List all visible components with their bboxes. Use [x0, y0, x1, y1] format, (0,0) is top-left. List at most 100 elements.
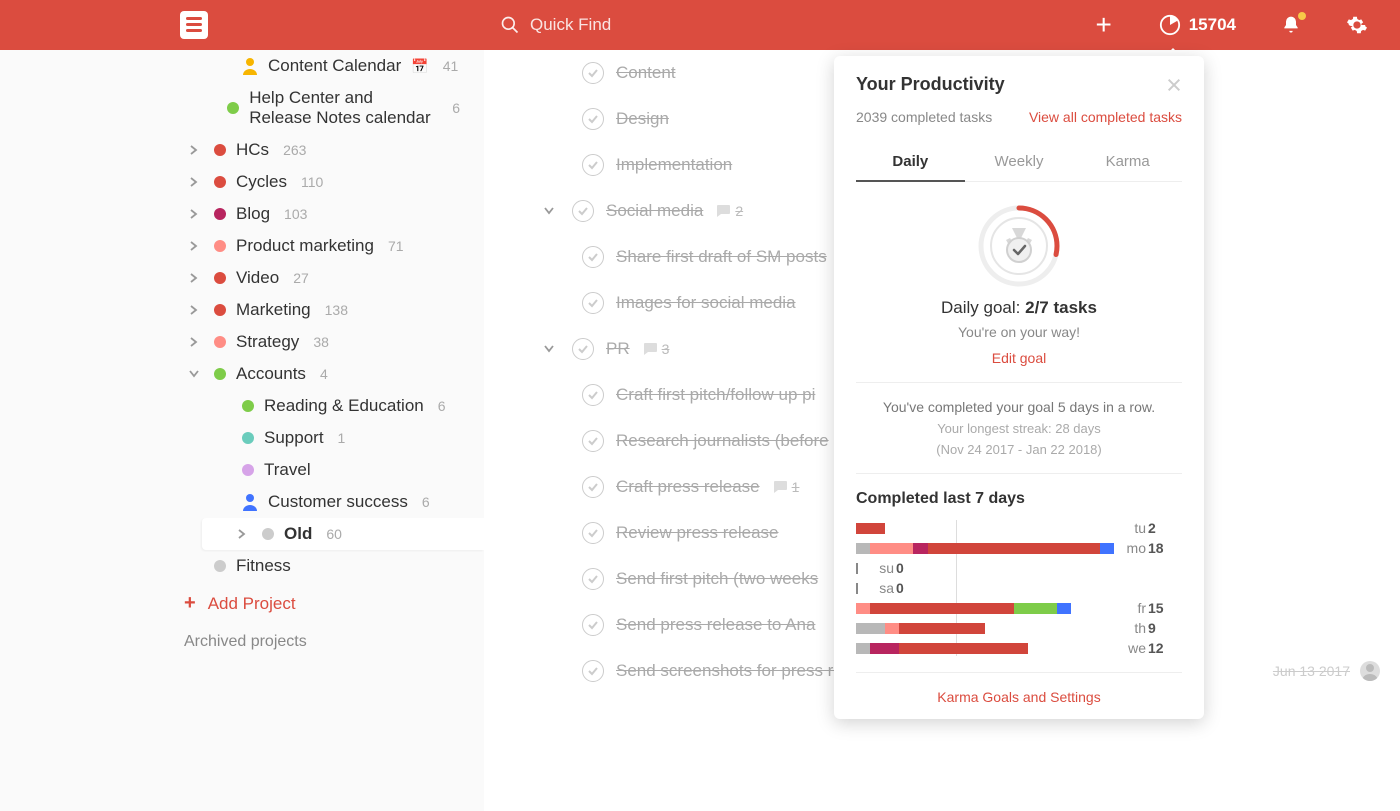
chevron-right-icon	[184, 241, 204, 251]
task-title: Send first pitch (two weeks	[616, 569, 818, 589]
task-checkbox[interactable]	[582, 292, 604, 314]
sidebar-project-item[interactable]: Marketing 138	[184, 294, 460, 326]
task-checkbox[interactable]	[582, 660, 604, 682]
chevron-down-icon	[184, 370, 204, 378]
comment-count[interactable]: 3	[642, 341, 670, 357]
karma-pie-icon	[1159, 14, 1181, 36]
karma-score: 15704	[1189, 15, 1236, 35]
sidebar-project-item[interactable]: Blog103	[184, 198, 460, 230]
chart-bar-row: we12	[856, 640, 1182, 656]
settings-button[interactable]	[1346, 14, 1368, 36]
edit-goal-link[interactable]: Edit goal	[856, 350, 1182, 366]
chart-day-value: 0	[896, 580, 920, 596]
view-all-link[interactable]: View all completed tasks	[1029, 109, 1182, 125]
sidebar-project-item[interactable]: Product marketing71	[184, 230, 460, 262]
close-icon	[1166, 77, 1182, 93]
task-checkbox[interactable]	[572, 200, 594, 222]
tab-daily[interactable]: Daily	[856, 143, 965, 182]
project-count: 27	[293, 270, 309, 286]
chevron-down-icon	[544, 345, 554, 353]
chevron-right-icon	[184, 337, 204, 347]
task-checkbox[interactable]	[582, 62, 604, 84]
project-count: 38	[313, 334, 329, 350]
task-checkbox[interactable]	[582, 430, 604, 452]
task-checkbox[interactable]	[582, 108, 604, 130]
task-checkbox[interactable]	[582, 522, 604, 544]
comment-count[interactable]: 1	[772, 479, 800, 495]
project-name: Strategy	[236, 332, 299, 352]
chevron-right-icon	[184, 273, 204, 283]
project-color-dot	[214, 336, 226, 348]
comment-icon	[642, 342, 658, 356]
karma-score-button[interactable]: 15704	[1159, 14, 1236, 36]
person-icon	[242, 57, 258, 75]
task-checkbox[interactable]	[582, 568, 604, 590]
sidebar-project-item[interactable]: Strategy 38	[184, 326, 460, 358]
tab-weekly[interactable]: Weekly	[965, 143, 1074, 181]
task-title: Share first draft of SM posts	[616, 247, 827, 267]
chevron-right-icon	[184, 209, 204, 219]
productivity-popover: Your Productivity 2039 completed tasks V…	[834, 56, 1204, 719]
project-color-dot	[214, 272, 226, 284]
notifications-button[interactable]	[1280, 14, 1302, 36]
sidebar-project-item[interactable]: Fitness	[184, 550, 460, 582]
quick-find[interactable]: Quick Find	[500, 15, 611, 35]
sidebar-project-item[interactable]: Cycles110	[184, 166, 460, 198]
sidebar-project-item[interactable]: Travel	[184, 454, 460, 486]
task-title: Social media	[606, 201, 703, 221]
task-title: PR	[606, 339, 630, 359]
project-name: Customer success	[268, 492, 408, 512]
task-checkbox[interactable]	[572, 338, 594, 360]
todoist-logo-icon[interactable]	[180, 11, 208, 39]
sidebar-project-item[interactable]: Content Calendar📅41	[184, 50, 460, 82]
project-name: Marketing	[236, 300, 311, 320]
sidebar-project-item[interactable]: Video27	[184, 262, 460, 294]
add-task-button[interactable]: +	[1093, 14, 1115, 36]
archived-projects-link[interactable]: Archived projects	[184, 615, 460, 651]
task-title: Images for social media	[616, 293, 796, 313]
task-checkbox[interactable]	[582, 384, 604, 406]
chart-day-value: 12	[1148, 640, 1172, 656]
tab-karma[interactable]: Karma	[1073, 143, 1182, 181]
assignee-avatar	[1360, 661, 1380, 681]
task-checkbox[interactable]	[582, 614, 604, 636]
sidebar-project-item[interactable]: Support1	[184, 422, 460, 454]
person-icon	[242, 493, 258, 511]
add-project-button[interactable]: +Add Project	[184, 582, 460, 615]
sidebar-project-item[interactable]: HCs263	[184, 134, 460, 166]
task-date: Jun 13 2017	[1273, 663, 1350, 679]
project-color-dot	[214, 144, 226, 156]
comment-count[interactable]: 2	[715, 203, 743, 219]
project-color-dot	[262, 528, 274, 540]
chart-bar-row: th9	[856, 620, 1182, 636]
project-name: Content Calendar	[268, 56, 401, 76]
karma-settings-link[interactable]: Karma Goals and Settings	[856, 689, 1182, 705]
task-title: Content	[616, 63, 676, 83]
chart-day-label: th	[1122, 620, 1146, 636]
project-color-dot	[214, 240, 226, 252]
project-count: 263	[283, 142, 306, 158]
project-count: 138	[325, 302, 348, 318]
search-icon	[500, 15, 520, 35]
comment-icon	[715, 204, 731, 218]
chart-day-label: mo	[1122, 540, 1146, 556]
chart-day-label: we	[1122, 640, 1146, 656]
project-color-dot	[242, 464, 254, 476]
sidebar-project-item[interactable]: Help Center and Release Notes calendar6	[184, 82, 460, 134]
chevron-down-icon	[544, 207, 554, 215]
add-project-label: Add Project	[208, 594, 296, 614]
task-checkbox[interactable]	[582, 154, 604, 176]
person-icon	[242, 57, 258, 75]
sidebar-project-item[interactable]: Customer success6	[184, 486, 460, 518]
chevron-right-icon	[184, 177, 204, 187]
project-name: Help Center and Release Notes calendar	[249, 88, 438, 128]
person-icon	[242, 493, 258, 511]
sidebar-project-item[interactable]: Reading & Education6	[184, 390, 460, 422]
task-checkbox[interactable]	[582, 476, 604, 498]
sidebar-project-item[interactable]: Old60	[202, 518, 484, 550]
streak-line-3: (Nov 24 2017 - Jan 22 2018)	[856, 442, 1182, 457]
close-button[interactable]	[1166, 77, 1182, 93]
sidebar-project-item[interactable]: Accounts4	[184, 358, 460, 390]
task-checkbox[interactable]	[582, 246, 604, 268]
project-count: 1	[338, 430, 346, 446]
